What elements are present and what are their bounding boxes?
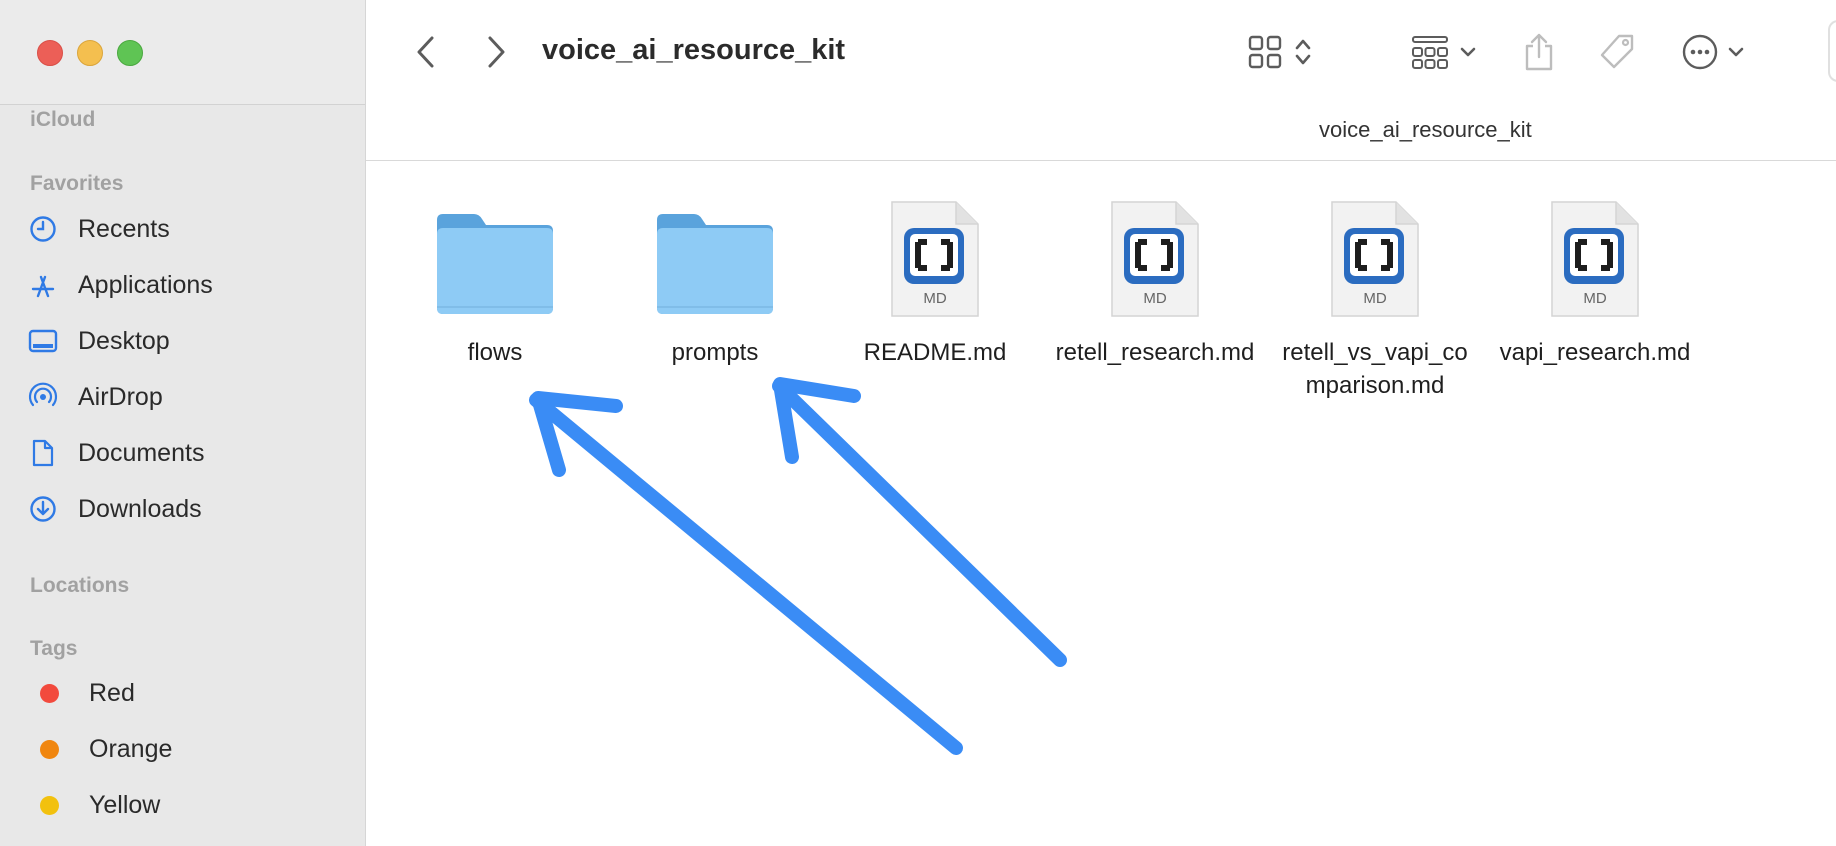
sidebar: iCloud Favorites Recents Applications De… — [0, 0, 366, 846]
more-actions-button[interactable] — [1676, 30, 1750, 74]
markdown-file-icon: MD — [1331, 201, 1419, 317]
markdown-file-icon: MD — [891, 201, 979, 317]
file-item-markdown[interactable]: MD retell_research.md — [1055, 188, 1255, 369]
file-item-folder[interactable]: prompts — [615, 188, 815, 369]
applications-icon — [28, 270, 58, 300]
sidebar-item-label: Downloads — [78, 494, 202, 523]
svg-text:MD: MD — [1583, 290, 1606, 307]
path-bar — [366, 104, 1836, 161]
sidebar-item-downloads[interactable]: Downloads — [28, 489, 348, 529]
minimize-window-button[interactable] — [77, 40, 103, 66]
tag-button[interactable] — [1591, 30, 1643, 74]
document-icon — [28, 438, 58, 468]
orange-tag-dot-icon — [40, 739, 59, 759]
download-icon — [28, 494, 58, 524]
markdown-file-icon: MD — [1111, 201, 1199, 317]
more-icon — [1682, 34, 1718, 70]
file-name: prompts — [671, 339, 759, 366]
view-mode-button[interactable] — [1240, 30, 1320, 74]
sidebar-item-applications[interactable]: Applications — [28, 265, 348, 305]
file-item-markdown[interactable]: MD README.md — [835, 188, 1035, 369]
chevron-right-icon — [488, 36, 505, 68]
chevron-left-icon — [417, 36, 434, 68]
group-button[interactable] — [1404, 30, 1484, 74]
yellow-tag-dot-icon — [40, 795, 59, 815]
share-button[interactable] — [1514, 30, 1564, 74]
chevron-down-icon — [1728, 47, 1744, 57]
red-tag-dot-icon — [40, 683, 59, 703]
path-bar-title: voice_ai_resource_kit — [1319, 117, 1532, 142]
file-item-markdown[interactable]: MD retell_vs_vapi_comparison.md — [1275, 188, 1475, 402]
file-name: retell_research.md — [1055, 339, 1255, 366]
tag-icon — [1600, 34, 1634, 69]
sidebar-item-label: AirDrop — [78, 382, 163, 411]
sidebar-item-label: Applications — [78, 270, 213, 299]
sidebar-tag-orange[interactable]: Orange — [28, 729, 348, 769]
sidebar-titlebar — [0, 0, 365, 105]
icon-view-icon — [1248, 35, 1282, 69]
sidebar-item-documents[interactable]: Documents — [28, 433, 348, 473]
chevron-down-icon — [1460, 47, 1476, 57]
file-name: README.md — [863, 339, 1007, 366]
sidebar-section-tags[interactable]: Tags — [30, 637, 77, 661]
sidebar-item-airdrop[interactable]: AirDrop — [28, 377, 348, 417]
file-name: flows — [467, 339, 523, 366]
file-name: retell_vs_vapi_comparison.md — [1282, 339, 1468, 399]
desktop-icon — [28, 326, 58, 356]
sidebar-item-desktop[interactable]: Desktop — [28, 321, 348, 361]
file-name: vapi_research.md — [1499, 339, 1691, 366]
sidebar-item-label: Red — [89, 678, 135, 707]
zoom-window-button[interactable] — [117, 40, 143, 66]
sidebar-section-favorites: Favorites — [30, 172, 124, 195]
svg-text:MD: MD — [923, 290, 946, 307]
annotation-arrow-to-flows — [529, 391, 963, 755]
toolbar-edge-button[interactable] — [1828, 20, 1836, 82]
airdrop-icon — [28, 382, 58, 412]
main-content: voice_ai_resource_kit voice_ai_resource_… — [366, 0, 1836, 846]
close-window-button[interactable] — [37, 40, 63, 66]
finder-window: iCloud Favorites Recents Applications De… — [0, 0, 1836, 846]
annotation-arrow-to-prompts — [772, 377, 1067, 667]
clock-icon — [28, 214, 58, 244]
sidebar-tag-red[interactable]: Red — [28, 673, 348, 713]
toolbar: voice_ai_resource_kit — [366, 0, 1836, 104]
sidebar-tag-yellow[interactable]: Yellow — [28, 785, 348, 825]
sidebar-item-recents[interactable]: Recents — [28, 209, 348, 249]
svg-text:MD: MD — [1363, 290, 1386, 307]
share-icon — [1525, 33, 1553, 71]
sidebar-item-label: Recents — [78, 214, 170, 243]
sidebar-item-label: Yellow — [89, 790, 161, 819]
chevron-updown-icon — [1295, 39, 1311, 65]
svg-text:MD: MD — [1143, 290, 1166, 307]
file-item-markdown[interactable]: MD vapi_research.md — [1495, 188, 1695, 369]
sidebar-item-label: Orange — [89, 734, 173, 763]
sidebar-item-label: Desktop — [78, 326, 170, 355]
file-item-folder[interactable]: flows — [395, 188, 595, 369]
markdown-file-icon: MD — [1551, 201, 1639, 317]
group-icon — [1412, 36, 1448, 69]
folder-icon — [657, 214, 773, 314]
folder-icon — [437, 214, 553, 314]
sidebar-section-icloud[interactable]: iCloud — [30, 108, 95, 132]
sidebar-section-locations[interactable]: Locations — [30, 574, 129, 598]
window-title: voice_ai_resource_kit — [542, 34, 846, 66]
sidebar-item-label: Documents — [78, 438, 205, 467]
forward-button[interactable] — [476, 30, 516, 74]
back-button[interactable] — [406, 30, 446, 74]
